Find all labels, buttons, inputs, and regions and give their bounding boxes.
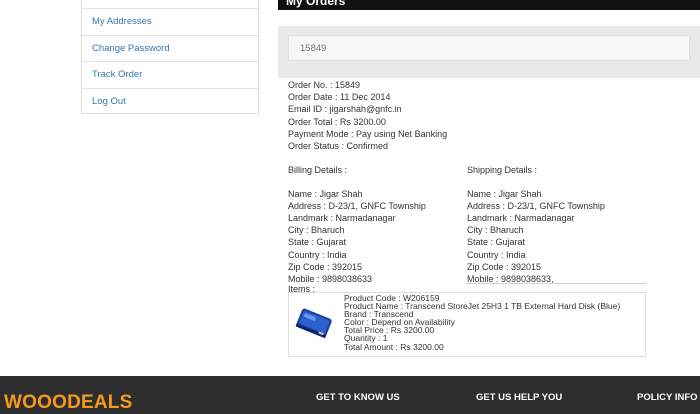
shipping-heading: Shipping Details : — [467, 165, 538, 175]
order-item: Product Code : W206159 Product Name : Tr… — [288, 292, 646, 357]
billing-zip: Zip Code : 392015 — [288, 261, 363, 272]
billing-country: Country : India — [288, 249, 347, 260]
shipping-name: Name : Jigar Shah — [467, 189, 542, 200]
shipping-city: City : Bharuch — [467, 225, 524, 236]
divider — [466, 283, 646, 284]
shipping-landmark: Landmark : Narmadanagar — [467, 213, 575, 224]
order-number-input[interactable] — [288, 35, 690, 61]
order-search-panel — [278, 26, 700, 78]
billing-landmark: Landmark : Narmadanagar — [288, 213, 396, 224]
billing-city: City : Bharuch — [288, 225, 345, 236]
order-status: Order Status : Confirmed — [288, 141, 389, 152]
order-payment-mode: Payment Mode : Pay using Net Banking — [288, 128, 448, 139]
billing-heading: Billing Details : — [288, 165, 348, 175]
site-footer: WOOODEALS GET TO KNOW US GET US HELP YOU… — [0, 376, 700, 414]
billing-address: Address : D-23/1, GNFC Township — [288, 201, 426, 212]
order-date: Order Date : 11 Dec 2014 — [288, 92, 391, 103]
footer-heading-policy: POLICY INFO — [637, 392, 698, 403]
order-number: Order No. : 15849 — [288, 80, 361, 90]
shipping-address: Address : D-23/1, GNFC Township — [467, 201, 605, 212]
account-sidebar: My Addresses Change Password Track Order… — [81, 0, 259, 114]
shipping-details: Shipping Details : Name : Jigar Shah Add… — [467, 164, 605, 285]
order-email: Email ID : jigarshah@gnfc.in — [288, 104, 402, 115]
shipping-zip: Zip Code : 392015 — [467, 261, 542, 272]
hard-disk-icon[interactable] — [289, 293, 339, 357]
page-title: My Orders — [286, 0, 346, 8]
page-title-bar: My Orders — [278, 0, 700, 10]
site-logo[interactable]: WOOODEALS — [4, 392, 132, 414]
footer-heading-know-us: GET TO KNOW US — [316, 392, 400, 403]
sidebar-item-log-out[interactable]: Log Out — [82, 87, 258, 115]
billing-name: Name : Jigar Shah — [288, 189, 363, 200]
sidebar-item-my-addresses[interactable]: My Addresses — [82, 8, 258, 35]
item-details: Product Code : W206159 Product Name : Tr… — [344, 294, 620, 351]
sidebar-item-change-password[interactable]: Change Password — [82, 34, 258, 62]
order-total: Order Total : Rs 3200.00 — [288, 116, 386, 127]
shipping-country: Country : India — [467, 249, 526, 260]
billing-details: Billing Details : Name : Jigar Shah Addr… — [288, 164, 426, 285]
shipping-state: State : Gujarat — [467, 237, 526, 248]
billing-state: State : Gujarat — [288, 237, 347, 248]
order-summary: Order No. : 15849 Order Date : 11 Dec 20… — [288, 79, 447, 152]
sidebar-item-track-order[interactable]: Track Order — [82, 61, 258, 88]
footer-heading-help: GET US HELP YOU — [476, 392, 563, 403]
sidebar-item-top[interactable] — [82, 0, 258, 8]
product-total-amount: Total Amount : Rs 3200.00 — [344, 341, 444, 352]
